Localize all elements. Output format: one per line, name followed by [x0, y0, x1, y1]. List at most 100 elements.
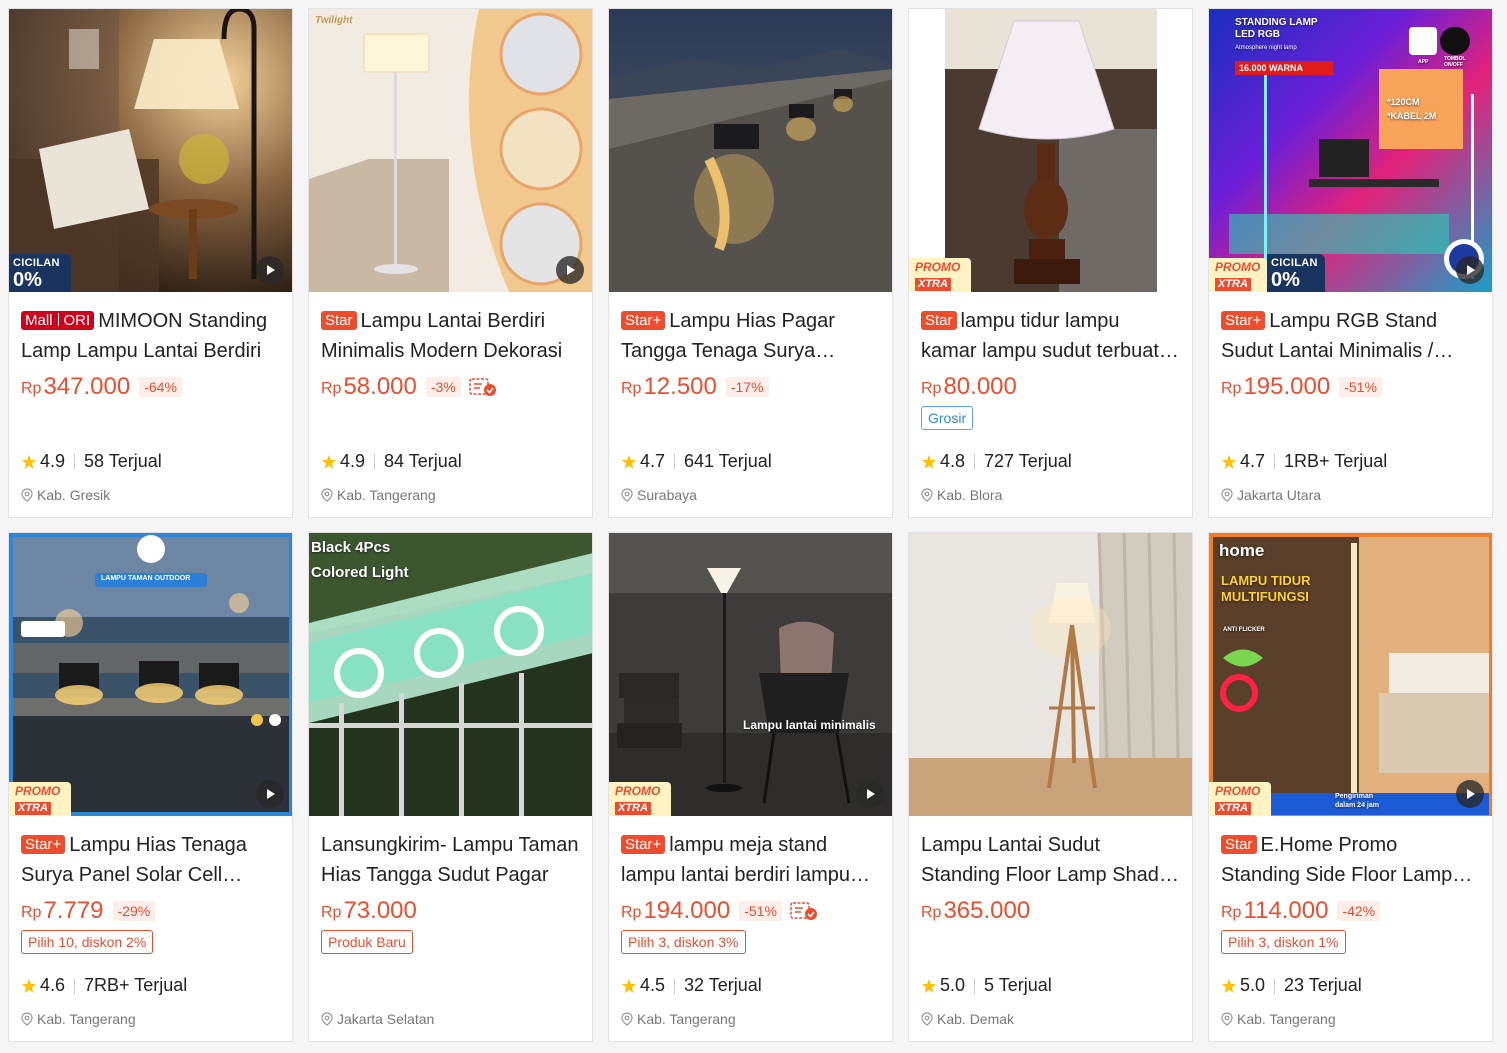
product-title[interactable]: Lansungkirim- Lampu Taman Hias Tangga Su… — [321, 830, 580, 890]
product-title[interactable]: Star E.Home Promo Standing Side Floor Lam… — [1221, 830, 1480, 890]
product-card[interactable]: Star+ Lampu Hias Pagar Tangga Tenaga Sury… — [608, 8, 893, 518]
new-product-chip[interactable]: Produk Baru — [321, 930, 413, 954]
product-card[interactable]: CICILAN 0% Mall ORI MIMOON Standing Lamp L… — [8, 8, 293, 518]
overlay-switch-label: TOMBOL ON/OFF — [1444, 56, 1466, 68]
currency: Rp — [321, 904, 342, 921]
xtra-label: XTRA — [915, 278, 951, 291]
location-text: Kab. Demak — [937, 1011, 1015, 1027]
product-image[interactable]: PROMO XTRA — [909, 9, 1192, 292]
star-icon — [922, 454, 936, 469]
play-icon[interactable] — [1456, 256, 1484, 284]
price: 58.000 — [343, 373, 417, 400]
location-pin-icon — [21, 488, 33, 502]
product-title[interactable]: Mall ORI MIMOON Standing Lamp Lampu Lantai… — [21, 306, 280, 366]
product-card[interactable]: home LAMPU TIDUR MULTIFUNGSI ANTI FLICKE… — [1208, 532, 1493, 1042]
product-image[interactable] — [609, 9, 892, 292]
product-title[interactable]: Star+ Lampu Hias Pagar Tangga Tenaga Sury… — [621, 306, 880, 366]
product-image[interactable]: STANDING LAMP LED RGB Atmosphere night l… — [1209, 9, 1492, 292]
play-icon[interactable] — [256, 256, 284, 284]
overlay-brand: home — [1219, 541, 1265, 560]
promo-xtra-badge: PROMO XTRA — [1209, 258, 1267, 292]
location-row: Kab. Tangerang — [21, 1011, 136, 1027]
promo-xtra-badge: PROMO XTRA — [909, 258, 971, 292]
product-image[interactable]: CICILAN 0% — [9, 9, 292, 292]
location-text: Kab. Blora — [937, 487, 1003, 503]
product-card[interactable]: LAMPU TAMAN OUTDOOR PROMO XTRA Star+ Lamp… — [8, 532, 293, 1042]
location-pin-icon — [621, 488, 633, 502]
location-pin-icon — [1221, 488, 1233, 502]
price: 7.779 — [43, 897, 104, 924]
bundle-discount-chip[interactable]: Pilih 10, diskon 2% — [21, 930, 154, 954]
product-card[interactable]: PROMO XTRA Star lampu tidur lampu kamar l… — [908, 8, 1193, 518]
sold-count: 58 Terjual — [84, 451, 162, 471]
location-text: Kab. Tangerang — [637, 1011, 736, 1027]
overlay-app-label: APP — [1418, 59, 1429, 65]
price: 114.000 — [1243, 897, 1329, 924]
product-title[interactable]: Star+ lampu meja stand lampu lantai berdi… — [621, 830, 880, 890]
location-pin-icon — [921, 488, 933, 502]
play-icon[interactable] — [556, 256, 584, 284]
play-icon[interactable] — [1456, 780, 1484, 808]
rating-value: 4.6 — [40, 975, 66, 995]
star-icon — [22, 978, 36, 993]
star-plus-tag: Star+ — [621, 835, 666, 854]
product-image[interactable]: LAMPU TAMAN OUTDOOR PROMO XTRA — [9, 533, 292, 816]
location-pin-icon — [21, 1012, 33, 1026]
product-title[interactable]: Star Lampu Lantai Berdiri Minimalis Moder… — [321, 306, 580, 366]
currency: Rp — [21, 904, 42, 921]
discount-badge: -64% — [139, 377, 182, 397]
product-image[interactable]: Twilight — [309, 9, 592, 292]
rating-row: 4.7 1RB+ Terjual — [1221, 451, 1387, 472]
mall-label: Mall — [25, 312, 53, 329]
overlay-caption: Lampu lantai minimalis — [743, 718, 876, 732]
title-text: Lampu Lantai Berdiri Minimalis Modern De… — [321, 310, 563, 362]
cicilan-badge: CICILAN 0% — [9, 254, 71, 292]
product-title[interactable]: Lampu Lantai Sudut Standing Floor Lamp S… — [921, 830, 1180, 890]
play-icon[interactable] — [256, 780, 284, 808]
sold-count: 7RB+ Terjual — [84, 975, 188, 995]
sold-count: 641 Terjual — [684, 451, 772, 471]
sold-count: 727 Terjual — [984, 451, 1072, 471]
location-text: Kab. Tangerang — [1237, 1011, 1336, 1027]
star-plus-tag: Star+ — [1221, 311, 1266, 330]
rating-value: 4.9 — [40, 451, 66, 471]
price: 73.000 — [343, 897, 417, 924]
location-row: Kab. Gresik — [21, 487, 110, 503]
title-text: lampu tidur lampu kamar lampu sudut terb… — [921, 310, 1159, 362]
xtra-label: XTRA — [615, 802, 651, 815]
overlay-text: Black 4Pcs Colored Light — [311, 539, 409, 581]
cicilan-label: CICILAN — [1271, 257, 1318, 269]
bundle-discount-chip[interactable]: Pilih 3, diskon 1% — [1221, 930, 1346, 954]
product-image[interactable]: home LAMPU TIDUR MULTIFUNGSI ANTI FLICKE… — [1209, 533, 1492, 816]
product-title[interactable]: Star+ Lampu RGB Stand Sudut Lantai Minima… — [1221, 306, 1480, 366]
rating-row: 4.6 7RB+ Terjual — [21, 975, 187, 996]
product-card[interactable]: STANDING LAMP LED RGB Atmosphere night l… — [1208, 8, 1493, 518]
grosir-chip[interactable]: Grosir — [921, 406, 974, 430]
promo-xtra-badge: PROMO XTRA — [1209, 782, 1271, 816]
currency: Rp — [1221, 380, 1242, 397]
product-card[interactable]: Twilight Star Lampu Lantai Berdiri Minima… — [308, 8, 593, 518]
product-image[interactable] — [909, 533, 1192, 816]
location-pin-icon — [621, 1012, 633, 1026]
xtra-label: XTRA — [1215, 802, 1251, 815]
price: 195.000 — [1243, 373, 1331, 400]
rating-value: 5.0 — [940, 975, 966, 995]
star-seller-tag: Star — [321, 311, 357, 330]
product-image[interactable]: Lampu lantai minimalis PROMO XTRA — [609, 533, 892, 816]
cod-icon — [790, 902, 817, 920]
bundle-discount-chip[interactable]: Pilih 3, diskon 3% — [621, 930, 746, 954]
product-image[interactable]: Black 4Pcs Colored Light — [309, 533, 592, 816]
product-card[interactable]: Lampu lantai minimalis PROMO XTRA Star+ l… — [608, 532, 893, 1042]
rating-row: 4.7 641 Terjual — [621, 451, 772, 472]
rating-value: 5.0 — [1240, 975, 1266, 995]
rating-value: 4.7 — [640, 451, 666, 471]
promo-label: PROMO — [615, 784, 661, 798]
location-row: Surabaya — [621, 487, 697, 503]
promo-xtra-badge: PROMO XTRA — [9, 782, 71, 816]
product-card[interactable]: Black 4Pcs Colored Light Lansungkirim- L… — [308, 532, 593, 1042]
product-title[interactable]: Star lampu tidur lampu kamar lampu sudut … — [921, 306, 1180, 366]
play-icon[interactable] — [856, 780, 884, 808]
price: 365.000 — [943, 897, 1031, 924]
product-title[interactable]: Star+ Lampu Hias Tenaga Surya Panel Solar… — [21, 830, 280, 890]
product-card[interactable]: Lampu Lantai Sudut Standing Floor Lamp S… — [908, 532, 1193, 1042]
